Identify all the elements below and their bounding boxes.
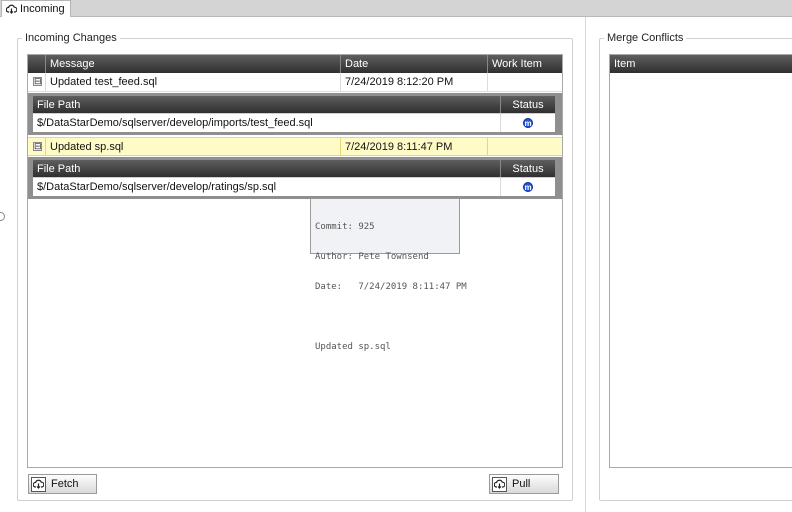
file-status-cell: m (501, 178, 555, 196)
modified-status-icon: m (523, 118, 533, 128)
column-header-file-path[interactable]: File Path (33, 96, 501, 113)
commit-message: Updated sp.sql (46, 138, 341, 155)
file-path: $/DataStarDemo/sqlserver/develop/ratings… (33, 178, 501, 196)
file-status-cell: m (501, 114, 555, 132)
cloud-download-icon (31, 476, 46, 492)
tab-incoming[interactable]: Incoming (1, 0, 71, 17)
cloud-download-icon (492, 476, 507, 492)
column-header-message[interactable]: Message (46, 55, 341, 73)
commit-tooltip: Commit: 925 Author: Pete Townsend Date: … (310, 198, 467, 352)
commit-date: 7/24/2019 8:11:47 PM (341, 138, 488, 155)
tab-label: Incoming (20, 3, 65, 15)
column-header-status[interactable]: Status (501, 96, 555, 113)
commit-message: Updated test_feed.sql (46, 73, 341, 91)
pull-button[interactable]: Pull (489, 474, 559, 494)
files-table: File Path Status $/DataStarDemo/sqlserve… (33, 160, 555, 196)
column-header-file-path[interactable]: File Path (33, 160, 501, 177)
merge-conflicts-label: Merge Conflicts (604, 32, 687, 44)
commit-work-item (488, 138, 562, 155)
commit-row[interactable]: ⊟ Updated test_feed.sql 7/24/2019 8:12:2… (28, 73, 562, 92)
tooltip-date: Date: 7/24/2019 8:11:47 PM (315, 282, 467, 292)
commit-work-item (488, 73, 562, 91)
column-header-date[interactable]: Date (341, 55, 488, 73)
file-path: $/DataStarDemo/sqlserver/develop/imports… (33, 114, 501, 132)
collapse-toggle-icon[interactable]: ⊟ (33, 77, 42, 86)
commit-date: 7/24/2019 8:12:20 PM (341, 73, 488, 91)
incoming-changes-grid: Message Date Work Item ⊟ Updated test_fe… (27, 54, 563, 468)
tooltip-author: Author: Pete Townsend (315, 252, 429, 262)
file-row[interactable]: $/DataStarDemo/sqlserver/develop/ratings… (33, 177, 555, 196)
commit-files-panel: File Path Status $/DataStarDemo/sqlserve… (28, 157, 562, 199)
file-row[interactable]: $/DataStarDemo/sqlserver/develop/imports… (33, 113, 555, 132)
column-header-work-item[interactable]: Work Item (488, 55, 562, 73)
cloud-download-icon (6, 4, 17, 14)
commit-files-panel: File Path Status $/DataStarDemo/sqlserve… (28, 93, 562, 135)
incoming-changes-label: Incoming Changes (22, 32, 120, 44)
column-header-status[interactable]: Status (501, 160, 555, 177)
column-header-expand (28, 55, 46, 73)
fetch-button-label: Fetch (51, 478, 79, 490)
commit-row-selected[interactable]: ⊟ Updated sp.sql 7/24/2019 8:11:47 PM (28, 137, 562, 156)
pane-splitter[interactable] (585, 17, 586, 512)
fetch-button[interactable]: Fetch (28, 474, 97, 494)
modified-status-icon: m (523, 182, 533, 192)
column-header-item[interactable]: Item (610, 55, 792, 73)
collapse-toggle-icon[interactable]: ⊟ (33, 142, 42, 151)
pull-button-label: Pull (512, 478, 531, 490)
tooltip-message: Updated sp.sql (315, 342, 391, 352)
merge-conflicts-grid: Item (609, 54, 792, 468)
files-table: File Path Status $/DataStarDemo/sqlserve… (33, 96, 555, 132)
expand-cell: ⊟ (28, 138, 46, 155)
expand-cell: ⊟ (28, 73, 46, 91)
tooltip-commit: Commit: 925 (315, 222, 375, 232)
tab-strip: Incoming (0, 0, 792, 17)
